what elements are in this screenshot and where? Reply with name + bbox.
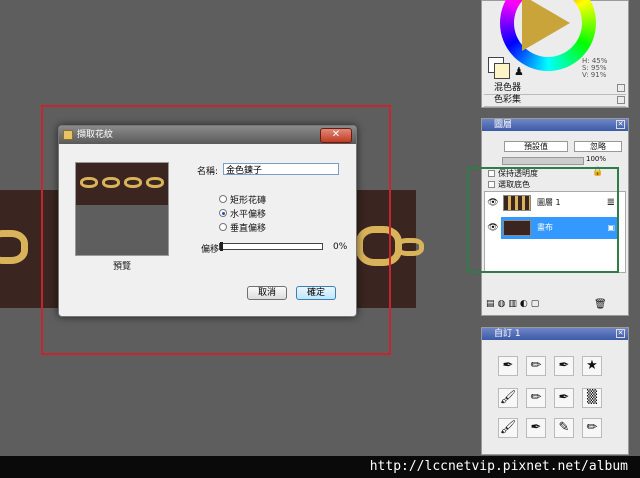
ok-button[interactable]: 確定 bbox=[296, 286, 336, 300]
texture-brush-icon[interactable]: ▒ bbox=[582, 388, 602, 408]
pen-tool-icon[interactable]: ✒ bbox=[498, 356, 518, 376]
offset-slider-thumb[interactable] bbox=[220, 242, 223, 251]
close-button[interactable]: ✕ bbox=[320, 128, 352, 143]
radio-rect-tile[interactable] bbox=[219, 195, 227, 203]
offset-slider[interactable] bbox=[219, 242, 323, 251]
layer-effects-icon[interactable]: ◍ bbox=[498, 299, 509, 309]
name-input[interactable] bbox=[223, 163, 339, 175]
close-icon[interactable] bbox=[617, 84, 625, 92]
new-layer-icon[interactable]: ▢ bbox=[531, 299, 543, 309]
composite-select[interactable]: 忽略 bbox=[574, 141, 622, 152]
pencil-tool-icon[interactable]: ✏ bbox=[526, 388, 546, 408]
pattern-icon bbox=[63, 130, 73, 140]
close-icon[interactable]: ✕ bbox=[616, 120, 625, 129]
close-icon[interactable] bbox=[617, 96, 625, 104]
highlight-frame-green bbox=[467, 167, 619, 273]
layer-toolbar: ▤◍▥◐▢ bbox=[486, 299, 606, 311]
layer-group-icon[interactable]: ▥ bbox=[508, 299, 520, 309]
custom-palette-titlebar[interactable]: 自訂 1 ✕ bbox=[482, 328, 628, 340]
custom-palette-panel: 自訂 1 ✕ ✒ ✏ ✒ ★ 🖌 ✏ ✒ ▒ 🖌 ✒ ✎ ✏ bbox=[481, 327, 629, 455]
name-label: 名稱: bbox=[197, 167, 219, 177]
mixer-row[interactable]: 混色器 bbox=[484, 83, 626, 95]
watermark-bar: http://lccnetvip.pixnet.net/album bbox=[0, 456, 640, 478]
stamp-icon[interactable]: ♟ bbox=[514, 65, 524, 78]
chain-link bbox=[396, 238, 424, 256]
radio-vertical-offset[interactable] bbox=[219, 223, 227, 231]
opacity-slider[interactable] bbox=[502, 157, 584, 165]
radio-horizontal-offset[interactable] bbox=[219, 209, 227, 217]
offset-value: 0% bbox=[333, 242, 348, 252]
custom-palette-title: 自訂 1 bbox=[494, 329, 521, 339]
mixer-label: 混色器 bbox=[494, 83, 522, 93]
pencil-tool-icon[interactable]: ✏ bbox=[582, 418, 602, 438]
saturation-triangle[interactable] bbox=[522, 0, 570, 51]
chain-link bbox=[124, 177, 142, 188]
brush-tool-icon[interactable]: 🖌 bbox=[498, 418, 518, 438]
chain-link bbox=[80, 177, 98, 188]
layer-properties-icon[interactable]: ▤ bbox=[486, 299, 498, 309]
chain-link bbox=[102, 177, 120, 188]
chain-link bbox=[146, 177, 164, 188]
option-rect-tile-label: 矩形花磚 bbox=[230, 196, 267, 206]
hsv-v: V: 91% bbox=[582, 71, 607, 79]
cancel-button[interactable]: 取消 bbox=[247, 286, 287, 300]
option-horizontal-offset-label: 水平偏移 bbox=[230, 210, 267, 220]
color-panel: ♟ H: 45% S: 95% V: 91% 混色器 色彩集 bbox=[481, 0, 629, 108]
close-icon[interactable]: ✕ bbox=[616, 329, 625, 338]
star-brush-icon[interactable]: ★ bbox=[582, 356, 602, 376]
dialog-titlebar[interactable]: 擷取花紋 ✕ bbox=[59, 126, 356, 144]
preview-chain bbox=[76, 163, 168, 205]
color-sets-label: 色彩集 bbox=[494, 95, 522, 105]
pen-tool-icon[interactable]: ✒ bbox=[554, 356, 574, 376]
blend-mode-select[interactable]: 預設值 bbox=[504, 141, 568, 152]
brush-tool-icon[interactable]: 🖌 bbox=[498, 388, 518, 408]
airbrush-icon[interactable]: ✎ bbox=[554, 418, 574, 438]
pattern-preview bbox=[75, 162, 169, 256]
layer-mask-icon[interactable]: ◐ bbox=[520, 299, 531, 309]
trash-icon[interactable]: 🗑 bbox=[594, 299, 607, 310]
option-vertical-offset-label: 垂直偏移 bbox=[230, 224, 267, 234]
pen-tool-icon[interactable]: ✒ bbox=[526, 418, 546, 438]
capture-pattern-dialog: 擷取花紋 ✕ 預覽 名稱: 矩形花磚 水平偏移 垂直偏移 偏移 0% 取消 確定 bbox=[58, 125, 357, 317]
color-sets-row[interactable]: 色彩集 bbox=[484, 95, 626, 107]
primary-color-swatch[interactable] bbox=[494, 63, 510, 79]
layers-titlebar[interactable]: 圖層 ✕ bbox=[482, 119, 628, 131]
offset-label: 偏移 bbox=[201, 245, 220, 255]
layers-title: 圖層 bbox=[494, 120, 513, 130]
opacity-value: 100% bbox=[586, 155, 607, 163]
pen-tool-icon[interactable]: ✒ bbox=[554, 388, 574, 408]
chain-link bbox=[0, 230, 28, 264]
dialog-title: 擷取花紋 bbox=[77, 130, 114, 140]
preview-label: 預覽 bbox=[113, 262, 132, 272]
pencil-tool-icon[interactable]: ✏ bbox=[526, 356, 546, 376]
watermark-url: http://lccnetvip.pixnet.net/album bbox=[369, 459, 628, 474]
